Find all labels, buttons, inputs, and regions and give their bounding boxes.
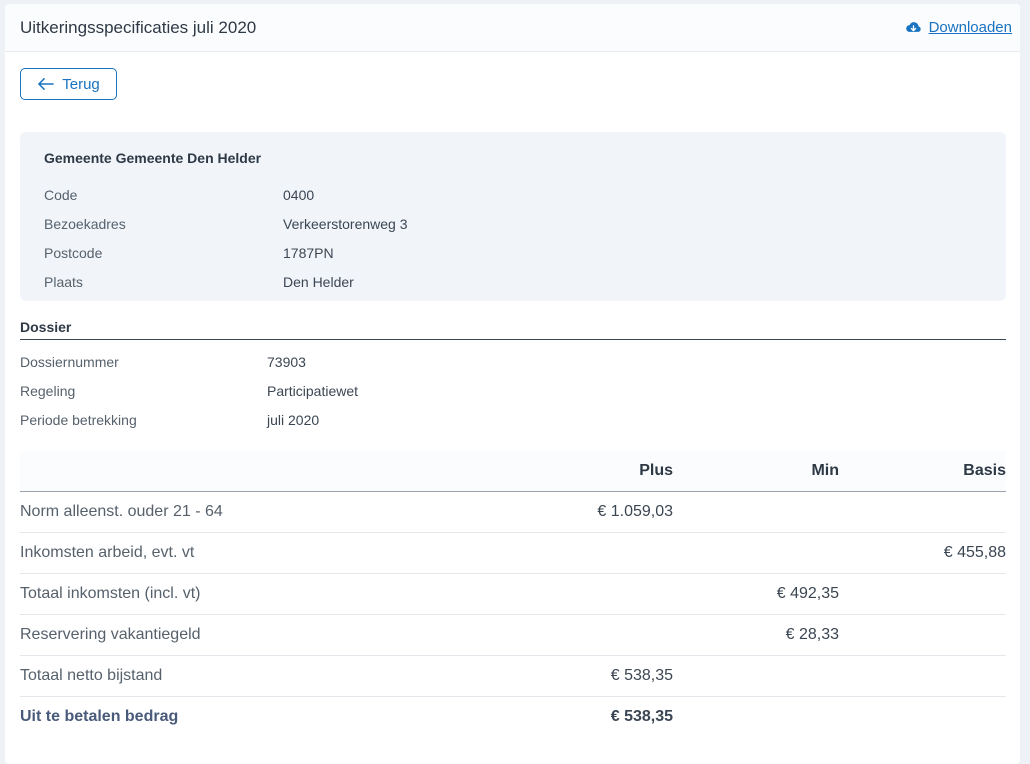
field-label: Regeling — [20, 382, 76, 399]
row-basis — [839, 573, 1006, 615]
row-description: Inkomsten arbeid, evt. vt — [20, 532, 507, 574]
organisation-name: Gemeente Gemeente Den Helder — [44, 150, 262, 166]
table-row: Totaal netto bijstand € 538,35 — [20, 655, 1006, 697]
row-description: Totaal netto bijstand — [20, 655, 507, 697]
row-description: Reservering vakantiegeld — [20, 614, 507, 656]
total-min — [673, 696, 839, 737]
table-header-row: Plus Min Basis — [20, 451, 1006, 492]
organisation-field: Bezoekadres Verkeerstorenweg 3 — [44, 209, 982, 238]
table-row: Norm alleenst. ouder 21 - 64 € 1.059,03 — [20, 491, 1006, 533]
column-header-description — [20, 451, 507, 492]
organisation-field: Postcode 1787PN — [44, 238, 982, 267]
total-row: Uit te betalen bedrag € 538,35 — [20, 696, 1006, 737]
organisation-field: Code 0400 — [44, 180, 982, 209]
row-min — [673, 655, 839, 697]
back-button[interactable]: Terug — [20, 68, 117, 100]
table-row: Totaal inkomsten (incl. vt) € 492,35 — [20, 573, 1006, 615]
row-min — [673, 491, 839, 533]
row-description: Norm alleenst. ouder 21 - 64 — [20, 491, 507, 533]
row-min — [673, 532, 839, 574]
field-value: juli 2020 — [267, 411, 320, 428]
field-value: 1787PN — [283, 244, 334, 261]
page-title: Uitkeringsspecificaties juli 2020 — [20, 17, 257, 37]
download-link[interactable]: Downloaden — [905, 19, 1012, 36]
dossier-field: Periode betrekking juli 2020 — [20, 405, 1006, 434]
row-description: Totaal inkomsten (incl. vt) — [20, 573, 507, 615]
total-description: Uit te betalen bedrag — [20, 707, 179, 725]
row-min: € 28,33 — [673, 614, 839, 656]
field-label: Periode betrekking — [20, 411, 137, 428]
row-basis — [839, 614, 1006, 656]
specification-panel: Uitkeringsspecificaties juli 2020 Downlo… — [5, 4, 1020, 764]
organisation-card: Gemeente Gemeente Den Helder Code 0400 B… — [20, 132, 1006, 301]
table-row: Inkomsten arbeid, evt. vt € 455,88 — [20, 532, 1006, 574]
field-value: 0400 — [283, 186, 315, 203]
field-value: Participatiewet — [267, 382, 359, 399]
total-basis — [839, 696, 1006, 737]
field-label: Bezoekadres — [44, 215, 126, 232]
field-label: Postcode — [44, 244, 103, 261]
row-plus: € 1.059,03 — [507, 491, 673, 533]
arrow-left-icon — [38, 78, 55, 90]
column-header-min: Min — [673, 451, 839, 492]
panel-header: Uitkeringsspecificaties juli 2020 Downlo… — [5, 4, 1020, 52]
dossier-details: Dossiernummer 73903 Regeling Participati… — [20, 347, 1006, 434]
row-basis — [839, 491, 1006, 533]
row-plus — [507, 573, 673, 615]
table-row: Reservering vakantiegeld € 28,33 — [20, 614, 1006, 656]
row-plus — [507, 532, 673, 574]
row-min: € 492,35 — [673, 573, 839, 615]
cloud-download-icon — [905, 21, 921, 32]
field-value: Verkeerstorenweg 3 — [283, 215, 408, 232]
field-value: 73903 — [267, 353, 306, 370]
dossier-field: Dossiernummer 73903 — [20, 347, 1006, 376]
field-value: Den Helder — [283, 273, 354, 290]
column-header-basis: Basis — [839, 451, 1006, 492]
dossier-field: Regeling Participatiewet — [20, 376, 1006, 405]
download-label: Downloaden — [928, 19, 1012, 36]
field-label: Plaats — [44, 273, 83, 290]
field-label: Dossiernummer — [20, 353, 119, 370]
back-button-label: Terug — [62, 75, 100, 93]
total-plus: € 538,35 — [610, 707, 673, 725]
column-header-plus: Plus — [507, 451, 673, 492]
organisation-field: Plaats Den Helder — [44, 267, 982, 296]
specification-table: Plus Min Basis Norm alleenst. ouder 21 -… — [20, 451, 1006, 737]
row-basis — [839, 655, 1006, 697]
row-plus — [507, 614, 673, 656]
row-plus: € 538,35 — [507, 655, 673, 697]
row-basis: € 455,88 — [839, 532, 1006, 574]
field-label: Code — [44, 186, 78, 203]
dossier-section-title: Dossier — [20, 319, 1006, 340]
